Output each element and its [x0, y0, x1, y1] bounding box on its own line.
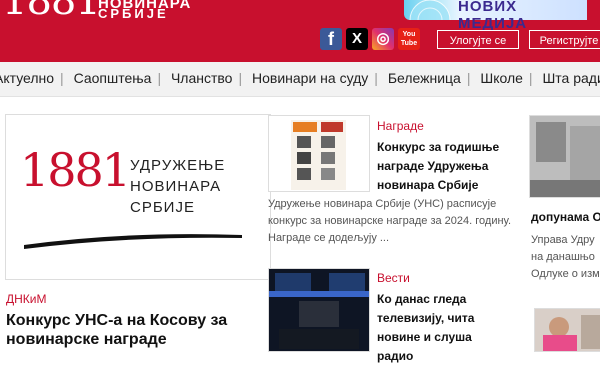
article2-thumbnail[interactable] — [268, 268, 370, 352]
nav-item-sta-radimo[interactable]: Шта радимо — [542, 70, 600, 86]
right-article-excerpt-3: Одлуке о изм — [531, 268, 600, 280]
register-button[interactable]: Региструјте — [529, 30, 600, 49]
nav-divider: | — [60, 70, 64, 86]
nav-divider: | — [157, 70, 162, 86]
article2-category[interactable]: Вести — [377, 271, 410, 285]
article1-excerpt: Удружење новинара Србије (УНС) расписује… — [268, 198, 512, 244]
nav-item-clanstvo[interactable]: Чланство — [171, 70, 233, 86]
nav-divider: | — [528, 70, 533, 86]
x-icon[interactable]: X — [346, 28, 368, 50]
nav-divider: | — [238, 70, 243, 86]
main-nav: Актуелно | Саопштења | Чланство | Новинари … — [0, 62, 600, 97]
site-header: 1881 НОВИНАРА СРБИЈЕ НОВИХ МЕДИЈА f X ◎ … — [0, 0, 600, 62]
right-article-excerpt-2: на данашњо — [531, 251, 595, 263]
tv-studio-image — [269, 269, 369, 351]
article1-category[interactable]: Награде — [377, 119, 424, 133]
article2-title[interactable]: Ко данас гледа телевизију, чита новине и… — [377, 290, 482, 366]
nav-divider: | — [466, 70, 471, 86]
logo-swoosh — [24, 234, 242, 249]
main-article-category[interactable]: ДНКиМ — [6, 292, 46, 306]
facebook-icon[interactable]: f — [320, 28, 342, 50]
article1-thumbnail[interactable] — [268, 115, 370, 192]
nav-item-skole[interactable]: Школе — [480, 70, 523, 86]
nav-item-novinari-na-sudu[interactable]: Новинари на суду — [252, 70, 368, 86]
featured-image[interactable]: 1881 УДРУЖЕЊЕ НОВИНАРА СРБИЈЕ — [5, 114, 271, 280]
promo-banner[interactable]: НОВИХ МЕДИЈА — [404, 0, 587, 32]
instagram-icon[interactable]: ◎ — [372, 28, 394, 50]
nav-divider: | — [374, 70, 378, 86]
right-article-thumbnail[interactable] — [529, 115, 600, 198]
right-article-image — [530, 116, 600, 197]
banner-globe-icon — [409, 0, 451, 20]
main-article-title[interactable]: Конкурс УНС-а на Косову за новинарске на… — [6, 311, 266, 349]
banner-text: НОВИХ МЕДИЈА — [458, 0, 528, 32]
right-article-title[interactable]: допунама О — [531, 210, 600, 224]
site-logo-line2[interactable]: СРБИЈЕ — [98, 6, 169, 21]
login-button[interactable]: Улогујте се — [437, 30, 519, 49]
right-article-excerpt-1: Управа Удру — [531, 234, 595, 246]
awards-poster-image — [291, 120, 346, 190]
nav-row: Актуелно | Саопштења | Чланство | Новинари … — [0, 70, 600, 86]
site-logo-number[interactable]: 1881 — [2, 0, 101, 24]
nav-item-saopstenja[interactable]: Саопштења — [74, 70, 152, 86]
nav-item-beleznica[interactable]: Бележница — [388, 70, 461, 86]
right-article2-thumbnail[interactable] — [534, 308, 600, 352]
article1-title[interactable]: Конкурс за годишње награде Удружења нови… — [377, 138, 512, 195]
youtube-icon[interactable]: You Tube — [398, 28, 420, 50]
right-article2-image — [535, 309, 600, 351]
nav-item-aktuelno[interactable]: Актуелно — [0, 70, 54, 86]
